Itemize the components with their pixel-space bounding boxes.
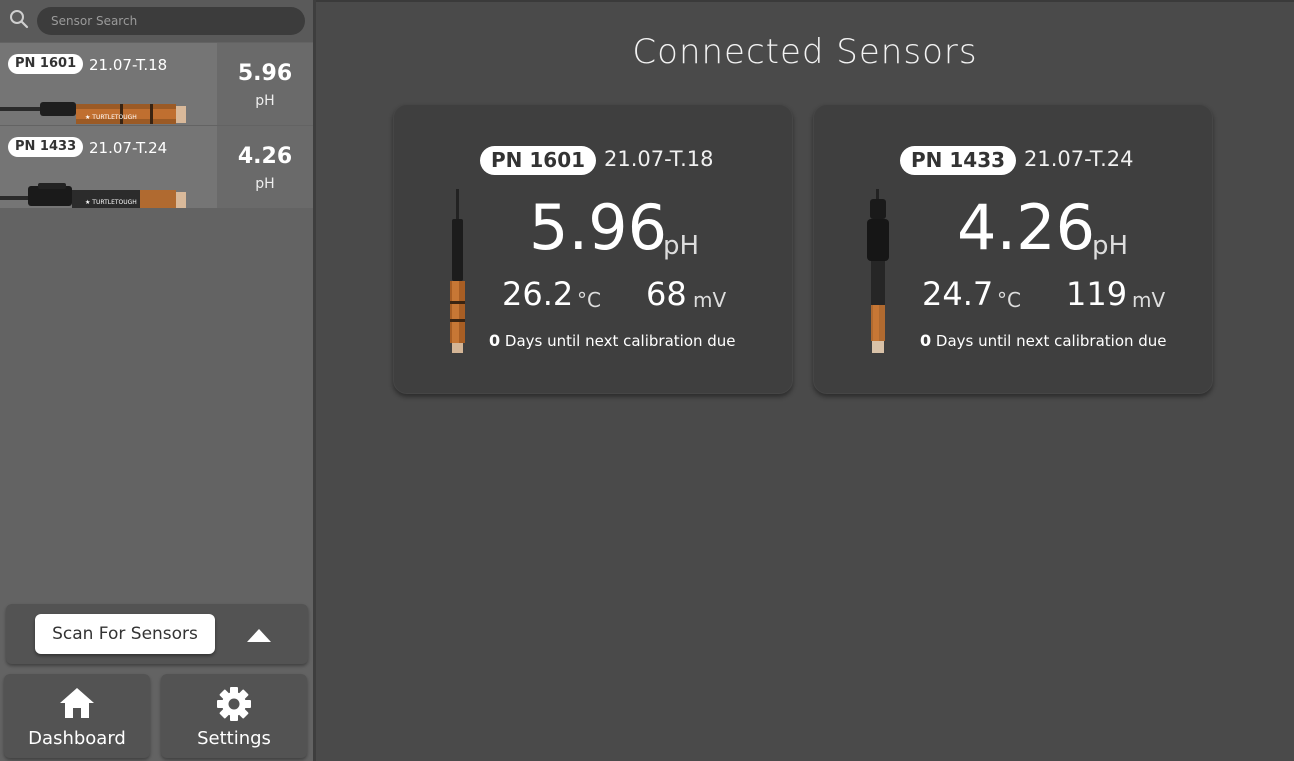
ph-value: 4.26	[957, 191, 1096, 264]
sidebar: PN 1601 21.07-T.18 ★ TURTLETOUGH 5.96 pH…	[0, 0, 313, 761]
gear-icon	[217, 687, 251, 721]
sensor-list-item-info: PN 1433 21.07-T.24 ★ TURTLETOUGH	[0, 126, 217, 208]
settings-button[interactable]: Settings	[161, 674, 307, 758]
serial-number: 21.07-T.24	[89, 139, 168, 157]
millivolt-unit: mV	[1132, 288, 1166, 312]
millivolt-value: 119	[1066, 275, 1128, 313]
temperature-value: 24.7	[922, 275, 994, 313]
temperature-unit: °C	[577, 288, 601, 312]
scan-panel: Scan For Sensors	[6, 604, 308, 664]
dashboard-label: Dashboard	[28, 728, 126, 749]
search-icon	[10, 10, 29, 29]
ph-value: 4.26	[237, 144, 293, 169]
search-input[interactable]	[37, 7, 305, 35]
part-number-badge: PN 1433	[900, 146, 1017, 175]
serial-number: 21.07-T.18	[604, 147, 714, 171]
sensor-probe-image	[867, 189, 889, 353]
calibration-days: 0	[489, 331, 501, 350]
dashboard-button[interactable]: Dashboard	[4, 674, 150, 758]
gear-icon-wrap	[161, 686, 307, 726]
sensor-card[interactable]: PN 1433 21.07-T.24 4.26 pH 24.7 °C 119 m…	[813, 104, 1213, 394]
ph-unit: pH	[1092, 231, 1129, 261]
ph-value: 5.96	[237, 61, 293, 86]
calibration-text: Days until next calibration due	[504, 332, 736, 350]
page-title: Connected Sensors	[632, 32, 978, 72]
home-icon-wrap	[4, 686, 150, 724]
ph-value: 5.96	[529, 191, 668, 264]
sensor-list-item-info: PN 1601 21.07-T.18 ★ TURTLETOUGH	[0, 43, 217, 125]
calibration-status: 0 Days until next calibration due	[489, 331, 736, 350]
settings-label: Settings	[197, 728, 271, 749]
ph-unit: pH	[255, 176, 275, 192]
part-number-badge: PN 1601	[480, 146, 597, 175]
temperature-unit: °C	[997, 288, 1021, 312]
search-bar	[0, 0, 313, 42]
sensor-list-item[interactable]: PN 1601 21.07-T.18 ★ TURTLETOUGH 5.96 pH	[0, 43, 313, 125]
temperature-value: 26.2	[502, 275, 574, 313]
svg-text:★ TURTLETOUGH: ★ TURTLETOUGH	[85, 114, 137, 121]
sensor-list-item-reading: 4.26 pH	[217, 126, 313, 208]
millivolt-value: 68	[646, 275, 687, 313]
serial-number: 21.07-T.18	[89, 56, 168, 74]
calibration-status: 0 Days until next calibration due	[920, 331, 1167, 350]
sensor-probe-image: ★ TURTLETOUGH	[0, 183, 186, 208]
part-number-badge: PN 1601	[8, 54, 84, 74]
sensor-probe-image: ★ TURTLETOUGH	[0, 102, 186, 124]
calibration-text: Days until next calibration due	[935, 332, 1167, 350]
sensor-list-item-reading: 5.96 pH	[217, 43, 313, 125]
home-icon	[60, 688, 94, 718]
calibration-days: 0	[920, 331, 932, 350]
sensor-probe-image	[450, 189, 465, 353]
scan-for-sensors-button[interactable]: Scan For Sensors	[35, 614, 215, 654]
ph-unit: pH	[255, 93, 275, 109]
millivolt-unit: mV	[693, 288, 727, 312]
svg-text:★ TURTLETOUGH: ★ TURTLETOUGH	[85, 199, 137, 206]
sidebar-divider	[313, 0, 316, 761]
sensor-card[interactable]: PN 1601 21.07-T.18 5.96 pH 26.2 °C 68 mV…	[393, 104, 793, 394]
serial-number: 21.07-T.24	[1024, 147, 1134, 171]
chevron-up-icon[interactable]	[244, 624, 274, 646]
sensor-list-item[interactable]: PN 1433 21.07-T.24 ★ TURTLETOUGH 4.26 pH	[0, 126, 313, 208]
ph-unit: pH	[663, 231, 700, 261]
part-number-badge: PN 1433	[8, 137, 84, 157]
